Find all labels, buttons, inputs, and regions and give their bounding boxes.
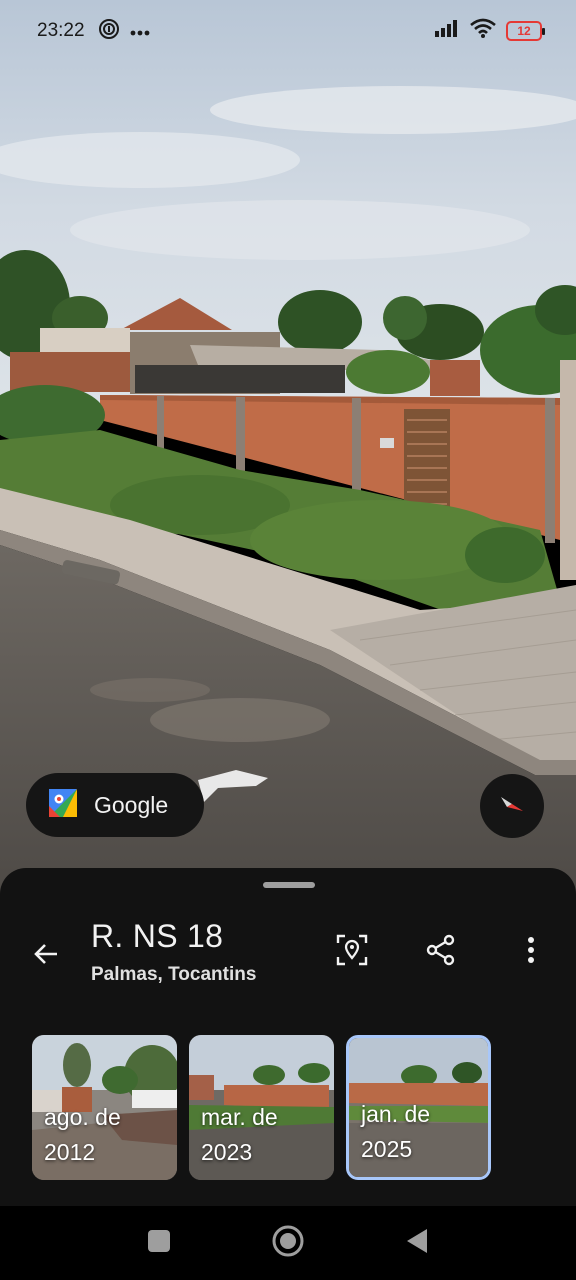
signal-icon	[434, 19, 460, 42]
timeline-thumb-2025[interactable]: jan. de 2025	[346, 1035, 491, 1180]
timeline-thumb-2023[interactable]: mar. de 2023	[189, 1035, 334, 1180]
share-icon	[425, 934, 457, 971]
triangle-back-icon	[405, 1227, 429, 1260]
battery-level: 12	[517, 23, 531, 38]
google-street-view-chip[interactable]: Google	[26, 773, 204, 837]
arrow-back-icon	[32, 940, 60, 973]
back-button[interactable]	[22, 932, 70, 980]
square-icon	[147, 1229, 171, 1258]
more-vert-icon	[527, 936, 535, 969]
home-button[interactable]	[264, 1220, 312, 1266]
drag-handle[interactable]	[263, 882, 315, 888]
city-subtitle: Palmas, Tocantins	[91, 964, 257, 985]
compass-button[interactable]	[480, 774, 544, 838]
street-title: R. NS 18	[91, 918, 224, 954]
back-nav-button[interactable]	[393, 1220, 441, 1266]
compass-icon	[497, 789, 527, 824]
timeline-label-2025: jan. de 2025	[361, 1101, 431, 1162]
fingerprint-icon	[98, 18, 120, 45]
battery-icon: 12	[506, 20, 545, 41]
google-maps-icon	[48, 788, 78, 823]
more-notifications-icon	[130, 23, 150, 41]
share-button[interactable]	[417, 928, 465, 976]
image-search-button[interactable]	[328, 928, 376, 976]
recents-button[interactable]	[135, 1220, 183, 1266]
wifi-icon	[470, 18, 496, 43]
street-view-panorama[interactable]	[0, 0, 576, 900]
timeline-thumb-2012[interactable]: ago. de 2012	[32, 1035, 177, 1180]
bottom-sheet: R. NS 18 Palmas, Tocantins ago. de 2012 …	[0, 868, 576, 1206]
status-time: 23:22	[37, 20, 85, 41]
status-bar: 23:22 12	[0, 0, 576, 64]
more-options-button[interactable]	[507, 928, 555, 976]
image-search-icon	[336, 934, 368, 971]
circle-icon	[271, 1224, 305, 1263]
timeline-label-2012: ago. de 2012	[44, 1104, 121, 1165]
google-label: Google	[94, 791, 169, 818]
timeline-label-2023: mar. de 2023	[201, 1104, 278, 1165]
system-navigation-bar	[0, 1206, 576, 1280]
